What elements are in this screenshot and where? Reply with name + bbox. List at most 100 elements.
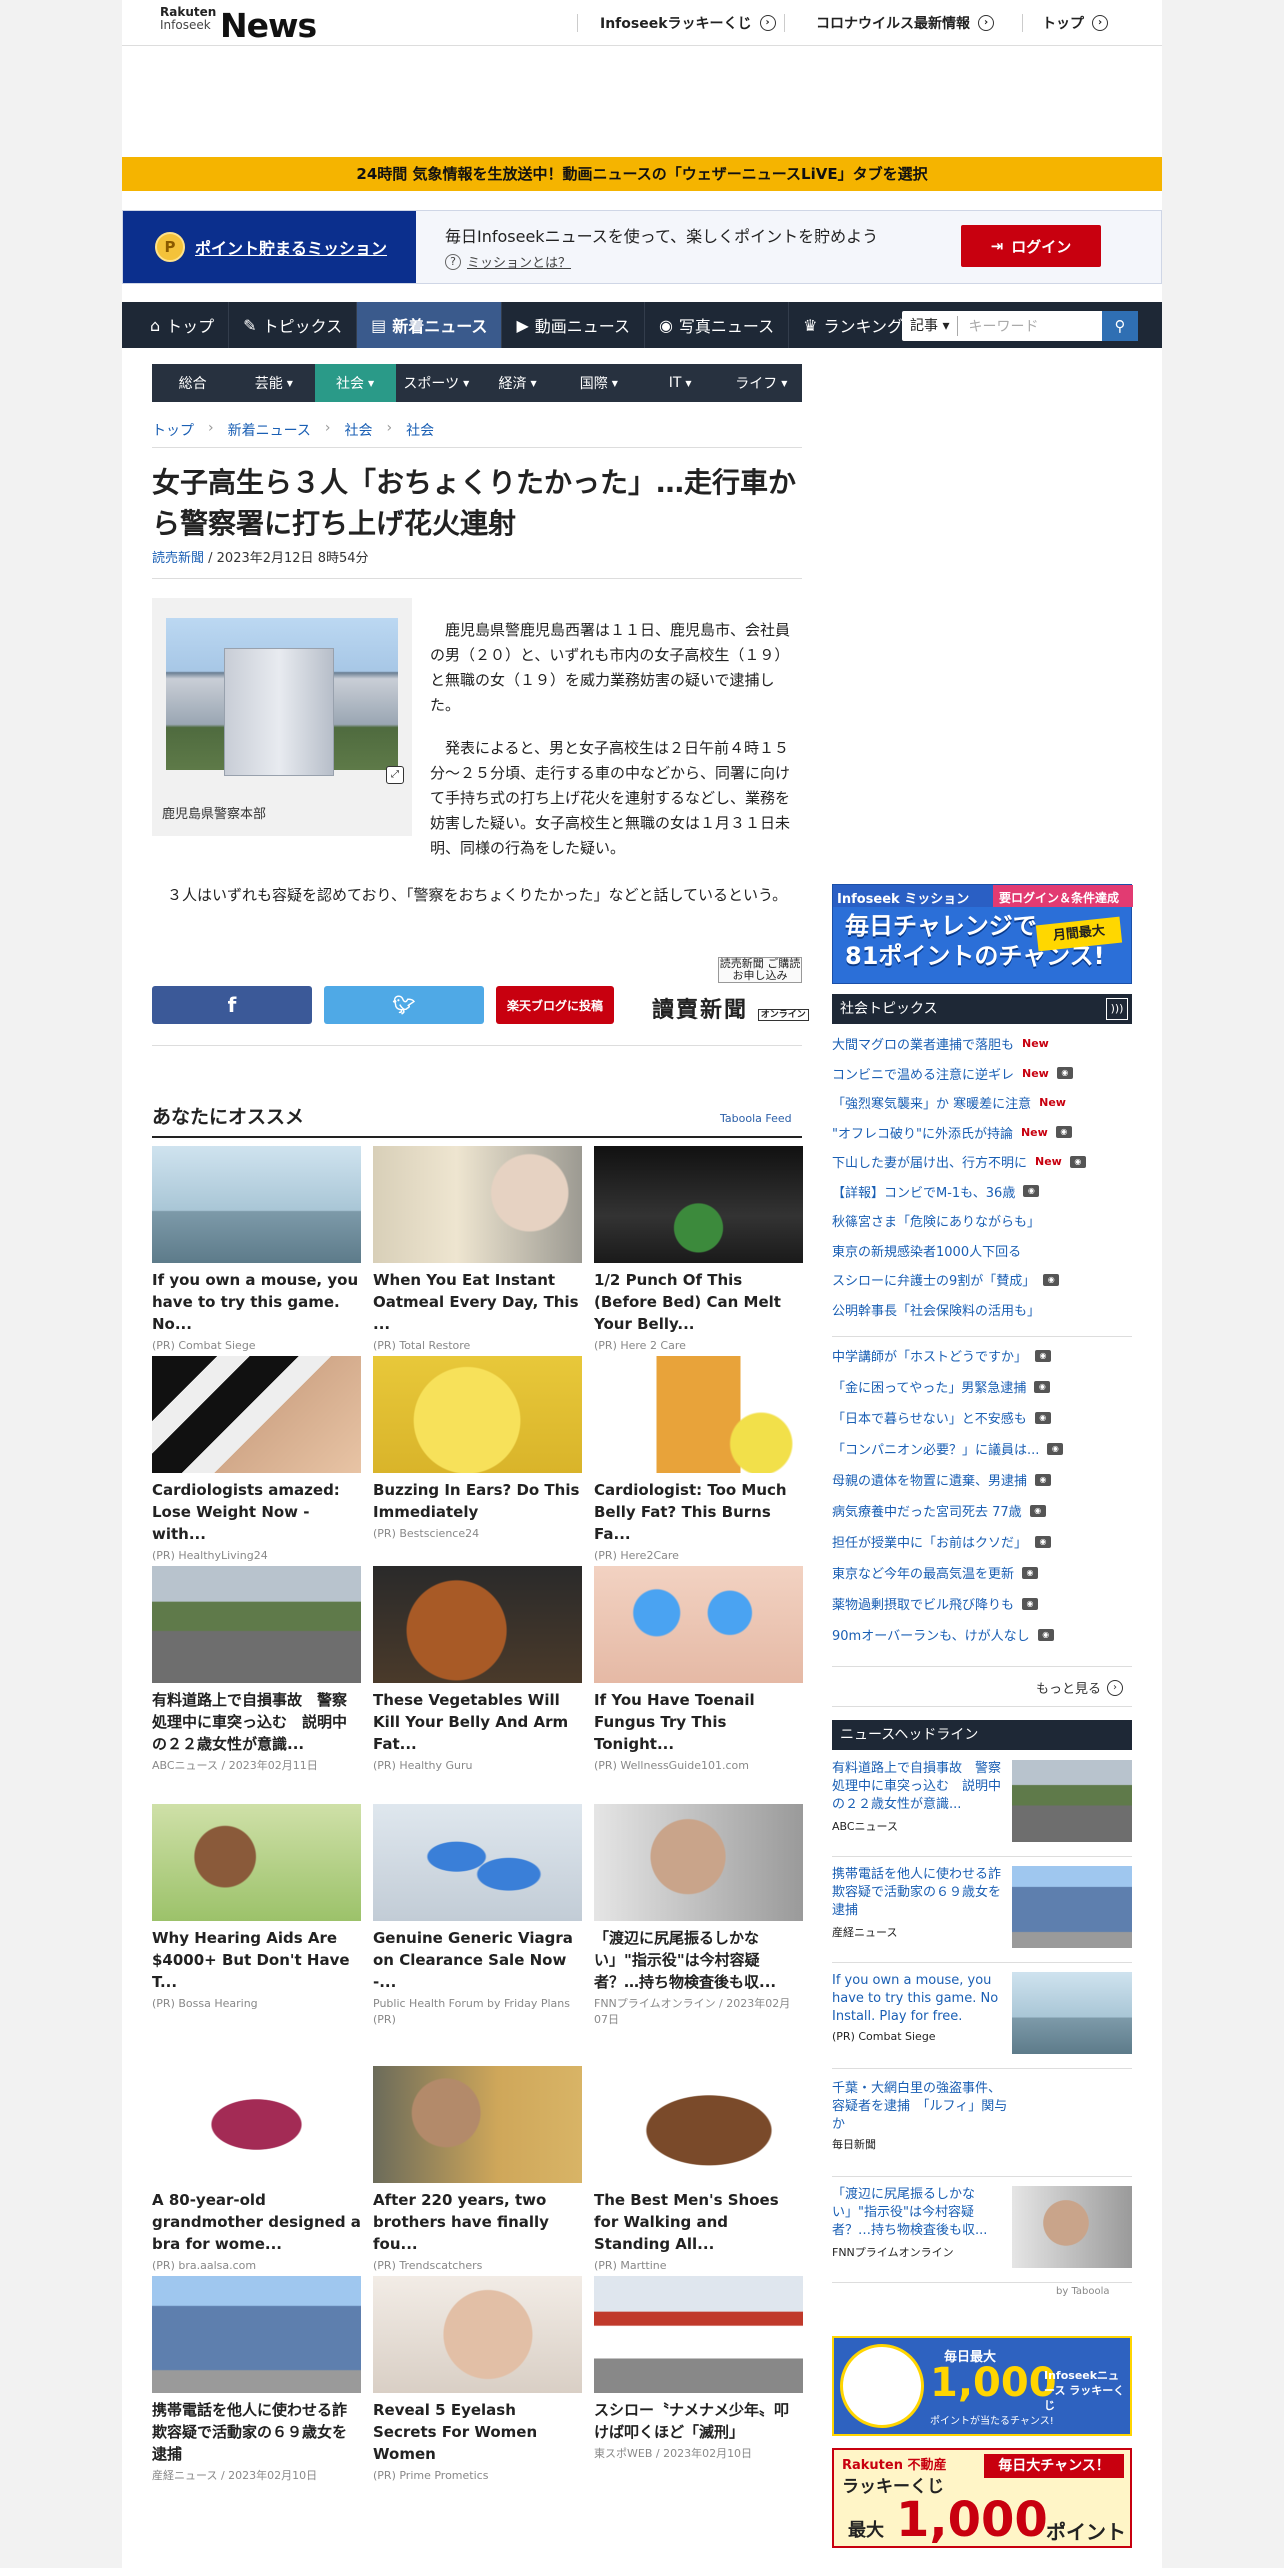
nav-video[interactable]: ▶ 動画ニュース xyxy=(502,302,645,348)
rakuten-blog-button[interactable]: 楽天ブログに投稿 xyxy=(496,986,614,1024)
zoom-icon[interactable]: ⤢ xyxy=(386,766,404,784)
yomiuri-subscribe-mark[interactable]: 読売新聞 ご購読お申し込み xyxy=(718,957,802,983)
camera-icon: ◉ xyxy=(1035,1349,1052,1362)
breadcrumb-item[interactable]: トップ xyxy=(152,420,194,440)
recommend-card[interactable]: Why Hearing Aids Are $4000+ But Don't Ha… xyxy=(152,1804,361,2012)
card-source: (PR) Here2Care xyxy=(594,1549,679,1562)
topic-item[interactable]: 「日本で暮らせない」と不安感も ◉ xyxy=(832,1408,1051,1427)
headline-title: 「渡辺に尻尾振るしかない」"指示役"は今村容疑者？…持ち物検査後も収... xyxy=(832,2187,988,2238)
by-taboola[interactable]: by Taboola xyxy=(1056,2286,1110,2297)
tab-label: ライフ xyxy=(735,376,778,392)
recommend-card[interactable]: Genuine Generic Viagra on Clearance Sale… xyxy=(373,1804,582,2028)
topic-item[interactable]: 下山した妻が届け出、行方不明に New ◉ xyxy=(832,1152,1086,1171)
caret-down-icon: ▼ xyxy=(611,378,618,388)
recommend-card[interactable]: 有料道路上で自損事故 警察処理中に車突っ込む 説明中の２２歳女性が意識... AB… xyxy=(152,1566,361,1774)
global-nav: ⌂ トップ ✎ トピックス ▤ 新着ニュース ▶ 動画ニュース ◉ 写真ニュース ♛ ランキ… xyxy=(122,302,1162,348)
banner-cond: 要ログイン＆条件達成 xyxy=(993,885,1133,907)
camera-icon: ◉ xyxy=(1034,1411,1051,1424)
recommend-card[interactable]: 1/2 Punch Of This (Before Bed) Can Melt … xyxy=(594,1146,803,1354)
tab-society[interactable]: 社会 ▼ xyxy=(314,364,396,402)
topic-item[interactable]: コンビニで温める注意に逆ギレ New ◉ xyxy=(832,1064,1073,1083)
recommend-card[interactable]: Cardiologists amazed: Lose Weight Now - … xyxy=(152,1356,361,1564)
recommend-card[interactable]: A 80-year-old grandmother designed a bra… xyxy=(152,2066,361,2274)
tab-entertainment[interactable]: 芸能 ▼ xyxy=(233,364,314,402)
tab-it[interactable]: IT ▼ xyxy=(640,364,721,402)
topic-item[interactable]: 母親の遺体を物置に遺棄、男逮捕 ◉ xyxy=(832,1470,1052,1489)
topic-item[interactable]: 「金に困ってやった」男緊急逮捕 ◉ xyxy=(832,1377,1051,1396)
login-button[interactable]: ⇥ ログイン xyxy=(961,225,1101,267)
search-scope-select[interactable]: 記事 ▾ xyxy=(902,316,959,336)
card-title: 1/2 Punch Of This (Before Bed) Can Melt … xyxy=(594,1271,781,1333)
recommend-card[interactable]: Buzzing In Ears? Do This Immediately (PR)… xyxy=(373,1356,582,1542)
topic-item[interactable]: 中学講師が「ホストどうですか」 ◉ xyxy=(832,1346,1052,1365)
breadcrumb-item[interactable]: 新着ニュース xyxy=(228,420,311,440)
topic-item[interactable]: 病気療養中だった宮司死去 77歳 ◉ xyxy=(832,1501,1046,1520)
recommend-card[interactable]: After 220 years, two brothers have final… xyxy=(373,2066,582,2274)
topic-item[interactable]: 東京の新規感染者1000人下回る xyxy=(832,1241,1021,1260)
mission-help-link[interactable]: ? ミッションとは？ xyxy=(445,252,571,271)
site-logo[interactable]: Rakuten Infoseek News xyxy=(160,6,317,44)
weather-banner[interactable]: 24時間 気象情報を生放送中！動画ニュースの「ウェザーニュースLiVE」タブを選… xyxy=(122,157,1162,191)
card-title: Cardiologists amazed: Lose Weight Now - … xyxy=(152,1481,340,1543)
nav-top[interactable]: ⌂ トップ xyxy=(122,302,230,348)
breadcrumb-item[interactable]: 社会 xyxy=(345,420,373,440)
recommend-card[interactable]: These Vegetables Will Kill Your Belly An… xyxy=(373,1566,582,1774)
twitter-share-button[interactable]: 🐦︎ xyxy=(324,986,484,1024)
infoseek-lucky-banner[interactable]: 毎日最大 1,000 ポイントが当たるチャンス! Infoseekニュース ラッ… xyxy=(832,2336,1132,2436)
nav-ranking[interactable]: ♛ ランキング xyxy=(789,302,917,348)
rss-icon[interactable]: ))) xyxy=(1106,998,1128,1020)
nav-photo[interactable]: ◉ 写真ニュース xyxy=(645,302,790,348)
header-link-lucky[interactable]: Infoseekラッキーくじ › xyxy=(600,13,776,33)
more-link[interactable]: もっと見る › xyxy=(1036,1678,1124,1697)
recommend-card[interactable]: The Best Men's Shoes for Walking and Sta… xyxy=(594,2066,803,2274)
nav-latest[interactable]: ▤ 新着ニュース xyxy=(357,302,503,348)
header-link-corona[interactable]: コロナウイルス最新情報 › xyxy=(816,13,994,33)
tab-international[interactable]: 国際 ▼ xyxy=(558,364,639,402)
recommend-card[interactable]: If You Have Toenail Fungus Try This Toni… xyxy=(594,1566,803,1774)
article-source[interactable]: 読売新聞 xyxy=(152,551,204,566)
recommend-card[interactable]: スシロー〝ナメナメ少年〟叩けば叩くほど「滅刑」 東スポWEB / 2023年02月… xyxy=(594,2276,803,2462)
topic-item[interactable]: 「コンパニオン必要？」に議員は... ◉ xyxy=(832,1439,1064,1458)
topic-item[interactable]: 東京など今年の最高気温を更新 ◉ xyxy=(832,1563,1039,1582)
tab-general[interactable]: 総合 xyxy=(152,364,233,402)
topic-item[interactable]: 90mオーバーランも、けが人なし ◉ xyxy=(832,1625,1054,1644)
headline-thumbnail xyxy=(1012,1866,1132,1948)
recommend-card[interactable]: Cardiologist: Too Much Belly Fat? This B… xyxy=(594,1356,803,1564)
card-thumbnail xyxy=(594,1356,803,1473)
nav-topics[interactable]: ✎ トピックス xyxy=(229,302,358,348)
facebook-share-button[interactable]: f xyxy=(152,986,312,1024)
topic-item[interactable]: "オフレコ破り"に外添氏が持論 New ◉ xyxy=(832,1123,1072,1142)
header-link-top[interactable]: トップ › xyxy=(1042,13,1108,33)
topic-title: 担任が授業中に「お前はクソだ」 xyxy=(832,1536,1028,1551)
divider xyxy=(152,447,802,448)
article-photo[interactable]: ⤢ 鹿児島県警察本部 xyxy=(152,598,412,836)
recommend-card[interactable]: When You Eat Instant Oatmeal Every Day, … xyxy=(373,1146,582,1354)
article-meta: 読売新聞 / 2023年2月12日 8時54分 xyxy=(152,547,369,566)
mission-challenge-banner[interactable]: Infoseek ミッション 要ログイン＆条件達成 毎日チャレンジで 81ポイントの… xyxy=(832,884,1133,984)
topic-title: 東京など今年の最高気温を更新 xyxy=(832,1567,1015,1582)
new-badge: New xyxy=(1020,1125,1048,1139)
search-button[interactable]: ⚲ xyxy=(1102,311,1138,341)
search-input[interactable]: キーワード xyxy=(958,316,1120,336)
mission-link[interactable]: P ポイント貯まるミッション xyxy=(123,211,416,283)
topic-item[interactable]: 担任が授業中に「お前はクソだ」 ◉ xyxy=(832,1532,1052,1551)
breadcrumb-item[interactable]: 社会 xyxy=(406,420,434,440)
topic-item[interactable]: 公明幹事長「社会保険料の活用も」 xyxy=(832,1300,1040,1319)
recommend-card[interactable]: 「渡辺に尻尾振るしかない」"指示役"は今村容疑者？…持ち物検査後も収... FNN… xyxy=(594,1804,803,2028)
topic-item[interactable]: 「強烈寒気襲来」か 寒暖差に注意 New xyxy=(832,1093,1066,1112)
topic-title: 「日本で暮らせない」と不安感も xyxy=(832,1412,1027,1427)
login-icon: ⇥ xyxy=(990,237,1004,255)
recommend-card[interactable]: 携帯電話を他人に使わせる詐欺容疑で活動家の６９歳女を逮捕 産経ニュース / 202… xyxy=(152,2276,361,2484)
recommend-card[interactable]: Reveal 5 Eyelash Secrets For Women Women… xyxy=(373,2276,582,2484)
topic-item[interactable]: 秋篠宮さま「危険にありながらも」 xyxy=(832,1211,1040,1230)
topic-item[interactable]: 大間マグロの業者連捕で落胆も New xyxy=(832,1034,1049,1053)
rakuten-realestate-lucky-banner[interactable]: Rakuten 不動産 ラッキーくじ 毎日大チャンス！ 最大 1,000 ポイン… xyxy=(832,2448,1132,2548)
tab-sports[interactable]: スポーツ ▼ xyxy=(396,364,477,402)
taboola-feed-label[interactable]: Taboola Feed xyxy=(720,1112,792,1125)
tab-life[interactable]: ライフ ▼ xyxy=(721,364,802,402)
recommend-card[interactable]: If you own a mouse, you have to try this… xyxy=(152,1146,361,1354)
tab-economy[interactable]: 経済 ▼ xyxy=(477,364,558,402)
topic-item[interactable]: 薬物過剰摂取でビル飛び降りも ◉ xyxy=(832,1594,1039,1613)
topic-item[interactable]: スシローに弁護士の9割が「賛成」 ◉ xyxy=(832,1270,1060,1289)
topic-item[interactable]: 【詳報】コンビでM-1も、36歳 ◉ xyxy=(832,1182,1040,1201)
